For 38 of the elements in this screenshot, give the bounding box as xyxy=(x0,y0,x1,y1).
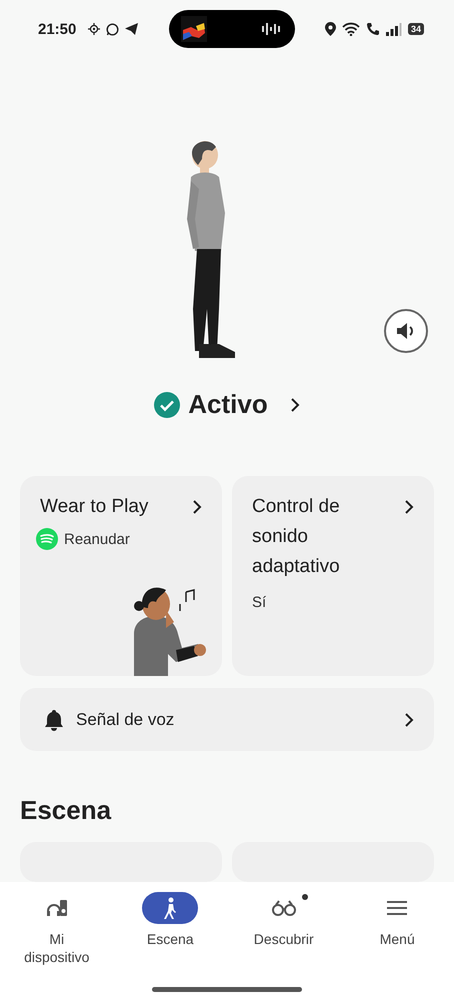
phone-call-icon xyxy=(366,22,380,36)
nav-tab[interactable]: Mi dispositivo xyxy=(0,892,114,978)
status-time: 21:50 xyxy=(38,20,76,38)
chevron-right-icon xyxy=(404,499,414,516)
binoculars-icon xyxy=(272,900,296,916)
active-status-link[interactable]: Activo xyxy=(150,385,304,424)
nav-tab[interactable]: Menú xyxy=(340,892,454,978)
walking-person-icon xyxy=(163,897,178,919)
card-title: Wear to Play xyxy=(40,495,148,520)
wifi-icon xyxy=(342,22,360,36)
card-title: Control de sonido adaptativo xyxy=(252,495,341,580)
voice-signal-row[interactable]: Señal de voz xyxy=(20,688,434,751)
headphones-speaker-icon xyxy=(46,899,68,917)
card-subtitle: Sí xyxy=(252,594,268,612)
menu-icon xyxy=(387,900,408,916)
card-subtitle: Reanudar xyxy=(64,530,130,548)
chat-bubble-icon xyxy=(106,22,120,36)
feature-card[interactable]: Wear to Play Reanudar xyxy=(20,476,222,676)
location-target-icon xyxy=(88,23,100,35)
voice-signal-label: Señal de voz xyxy=(76,710,176,730)
paper-plane-icon xyxy=(125,23,138,35)
speaker-button[interactable] xyxy=(384,309,428,354)
bell-icon xyxy=(44,708,64,731)
music-app-icon xyxy=(36,528,58,550)
nav-tab[interactable]: Escena xyxy=(114,892,227,978)
chevron-right-icon xyxy=(404,712,414,728)
signal-icon xyxy=(386,22,402,36)
section-title: Escena xyxy=(20,795,112,826)
nav-tab[interactable]: Descubrir xyxy=(227,892,340,978)
battery-level: 34 xyxy=(408,23,424,35)
feature-card[interactable]: Control de sonido adaptativo Sí xyxy=(232,476,434,676)
sound-wave-icon xyxy=(260,22,283,36)
location-pin-icon xyxy=(324,22,336,36)
check-circle-icon xyxy=(154,392,180,418)
album-art-icon xyxy=(180,16,207,42)
chevron-right-icon xyxy=(192,499,202,516)
speaker-icon xyxy=(396,322,416,340)
chevron-right-icon xyxy=(290,396,300,413)
